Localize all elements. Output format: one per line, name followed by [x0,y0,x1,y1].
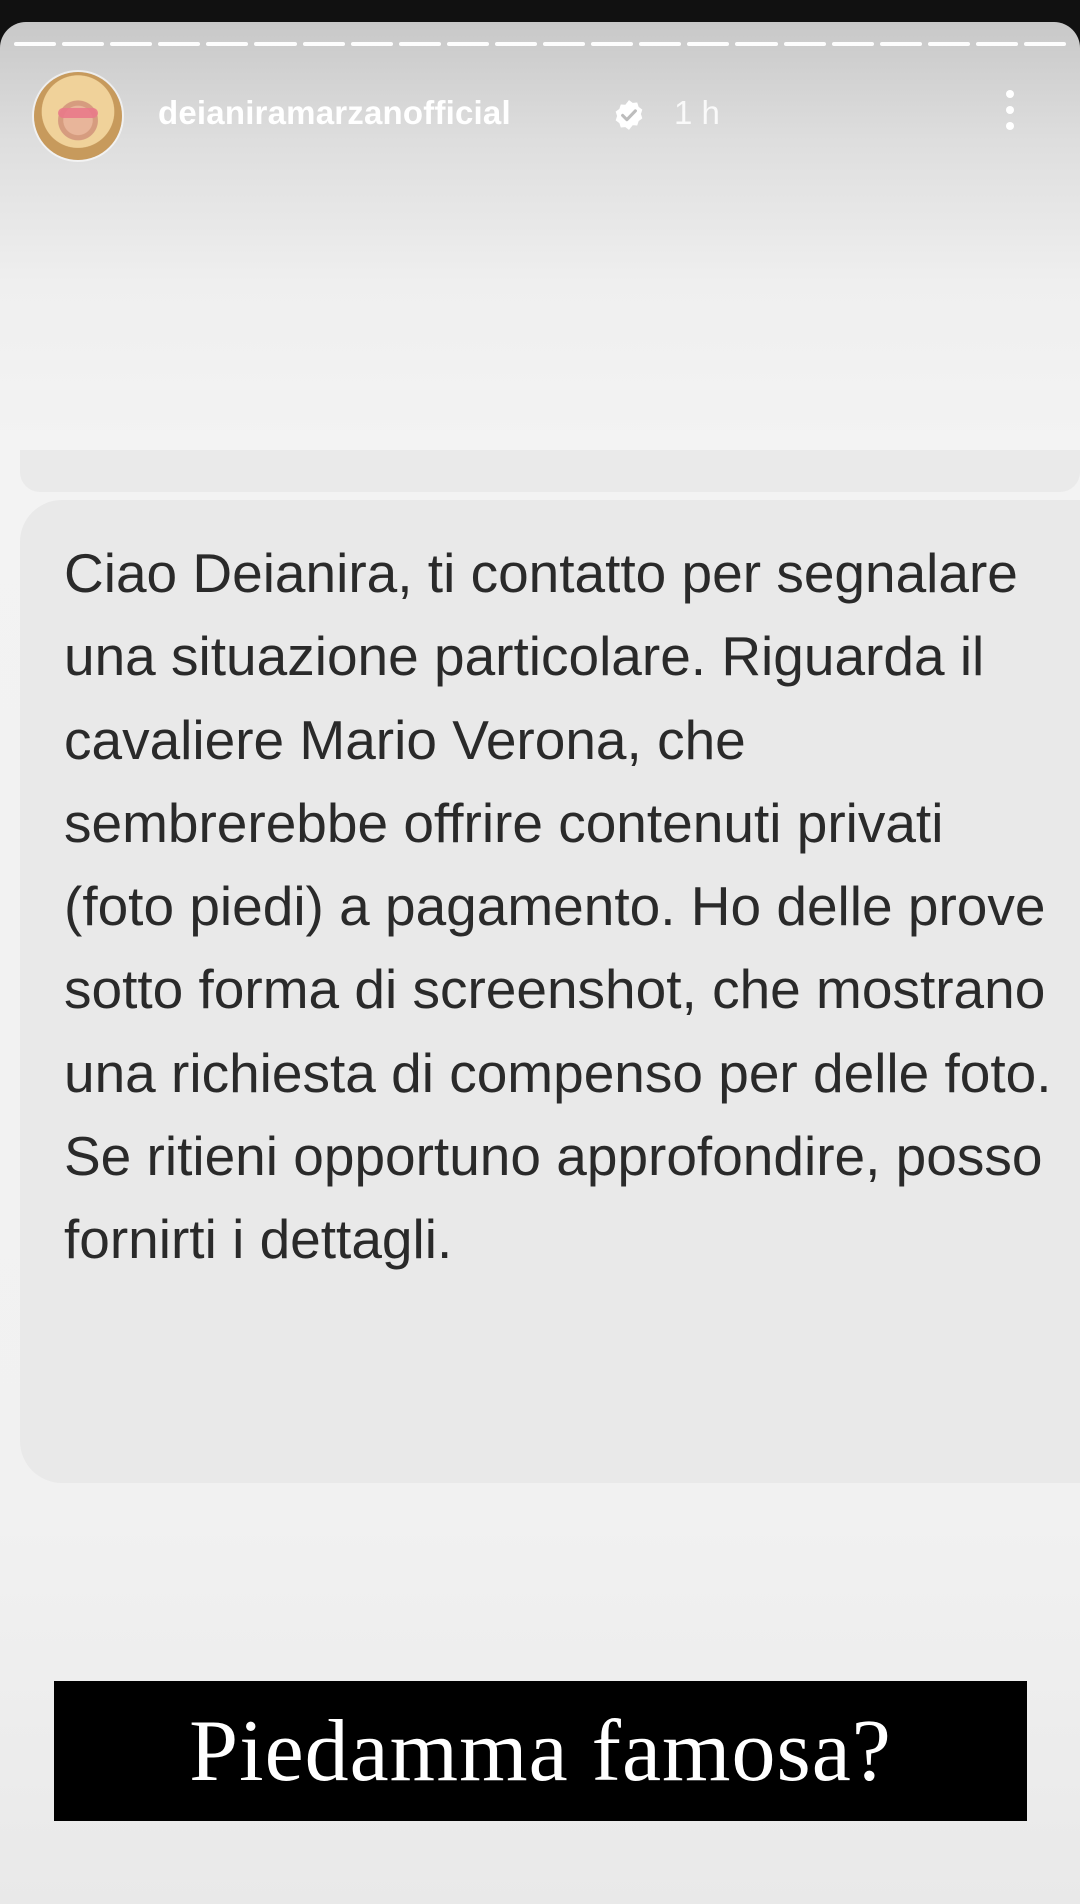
progress-segment [302,42,345,46]
progress-segment [975,42,1018,46]
post-time: 1 h [674,94,720,131]
progress-segment [110,42,153,46]
progress-segment [831,42,874,46]
progress-segment [494,42,538,46]
progress-segment [687,42,730,46]
story-header: deianiramarzanofficial 1 h [34,72,1050,162]
story-progress-bar [14,42,1067,46]
progress-segment [14,42,57,46]
progress-segment [62,42,105,46]
progress-segment [927,42,970,46]
story-caption: Piedamma famosa? [54,1681,1027,1821]
progress-segment [543,42,586,46]
progress-segment [1023,42,1067,46]
progress-segment [591,42,634,46]
more-vertical-icon[interactable] [1000,80,1020,140]
story-viewer[interactable]: deianiramarzanofficial 1 h Ciao Deianira… [0,22,1080,1904]
progress-segment [254,42,297,46]
progress-segment [879,42,922,46]
username-link[interactable]: deianiramarzanofficial [158,94,511,132]
previous-message-bubble [20,450,1080,492]
message-text: Ciao Deianira, ti contatto per segnalare… [64,542,1052,1271]
progress-segment [158,42,201,46]
progress-segment [206,42,249,46]
caption-text: Piedamma famosa? [189,1702,892,1800]
progress-segment [735,42,778,46]
progress-segment [446,42,489,46]
verified-badge-icon [615,100,643,130]
progress-segment [783,42,826,46]
progress-segment [350,42,393,46]
avatar-glasses-detail [58,108,98,118]
profile-avatar[interactable] [34,72,122,160]
progress-segment [639,42,682,46]
progress-segment [398,42,441,46]
